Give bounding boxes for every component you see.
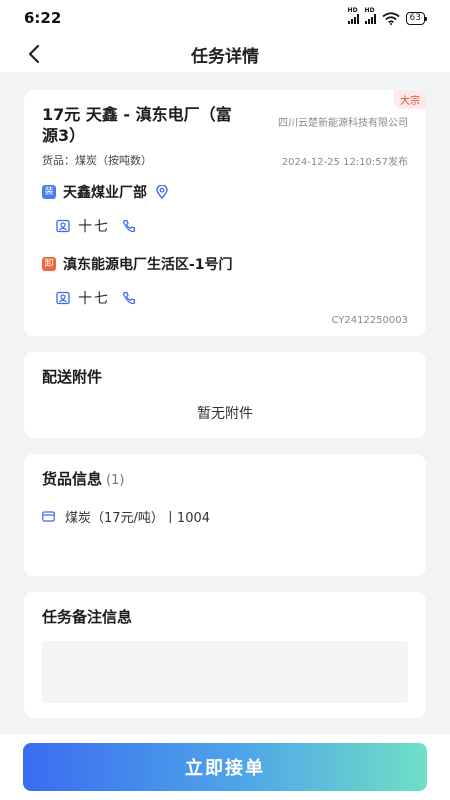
goods-info-heading: 货品信息 (1) <box>42 468 408 489</box>
task-card: 大宗 17元 天鑫 - 滇东电厂（富源3） 四川云楚新能源科技有限公司 货品：煤… <box>24 90 426 336</box>
meta-row: 货品：煤炭（按吨数） 2024-12-25 12:10:57发布 <box>42 152 408 168</box>
route-title: 17元 天鑫 - 滇东电厂（富源3） <box>42 105 232 145</box>
attachments-title: 配送附件 <box>42 368 103 386</box>
load-name: 天鑫煤业厂部 <box>63 185 147 201</box>
load-badge: 装 <box>42 185 56 199</box>
remarks-card: 任务备注信息 <box>24 592 426 718</box>
back-button[interactable] <box>20 40 48 68</box>
status-time: 6:22 <box>24 9 62 27</box>
goods-summary: 货品：煤炭（按吨数） <box>42 154 152 167</box>
status-bar: 6:22 HD HD 63 <box>0 0 450 36</box>
remarks-title: 任务备注信息 <box>42 608 133 626</box>
attachments-card: 配送附件 暂无附件 <box>24 352 426 438</box>
bottom-bar: 立即接单 <box>0 734 450 800</box>
page-title: 任务详情 <box>191 46 259 67</box>
signal-icon: HD <box>347 8 359 24</box>
unload-stop: 卸 滇东能源电厂生活区-1号门 <box>42 254 408 274</box>
load-stop: 装 天鑫煤业厂部 <box>42 182 408 202</box>
phone-icon[interactable] <box>122 291 136 305</box>
unload-name: 滇东能源电厂生活区-1号门 <box>63 257 233 273</box>
battery-icon: 63 <box>405 11 428 25</box>
nav-bar: 任务详情 <box>0 36 450 72</box>
goods-item-text: 煤炭（17元/吨）丨1004 <box>65 511 211 526</box>
unload-contact: 十七 <box>42 288 408 308</box>
load-contact-name: 十七 <box>78 219 110 235</box>
bulk-tag: 大宗 <box>394 90 426 109</box>
load-contact: 十七 <box>42 216 408 236</box>
location-pin-icon[interactable] <box>155 185 169 199</box>
goods-info-count: (1) <box>106 473 125 488</box>
remarks-field <box>42 641 408 703</box>
goods-card-icon <box>42 511 55 522</box>
unload-contact-name: 十七 <box>78 291 110 307</box>
unload-badge: 卸 <box>42 257 56 271</box>
status-icons: HD HD 63 <box>347 8 428 25</box>
publish-time: 2024-12-25 12:10:57发布 <box>281 156 408 168</box>
contact-card-icon <box>56 219 70 233</box>
goods-info-title: 货品信息 <box>42 470 103 488</box>
chevron-left-icon <box>28 44 40 64</box>
wifi-icon <box>381 11 400 25</box>
phone-icon[interactable] <box>122 219 136 233</box>
signal-icon: HD <box>364 8 376 24</box>
order-number: CY2412250003 <box>331 315 408 326</box>
company-name: 四川云楚新能源科技有限公司 <box>278 118 408 129</box>
accept-order-button[interactable]: 立即接单 <box>23 743 427 791</box>
goods-info-card: 货品信息 (1) 煤炭（17元/吨）丨1004 <box>24 454 426 576</box>
main-content: 大宗 17元 天鑫 - 滇东电厂（富源3） 四川云楚新能源科技有限公司 货品：煤… <box>0 72 450 718</box>
route-row: 17元 天鑫 - 滇东电厂（富源3） 四川云楚新能源科技有限公司 <box>42 104 408 146</box>
goods-item: 煤炭（17元/吨）丨1004 <box>42 507 408 526</box>
attachments-empty: 暂无附件 <box>197 406 253 422</box>
contact-card-icon <box>56 291 70 305</box>
